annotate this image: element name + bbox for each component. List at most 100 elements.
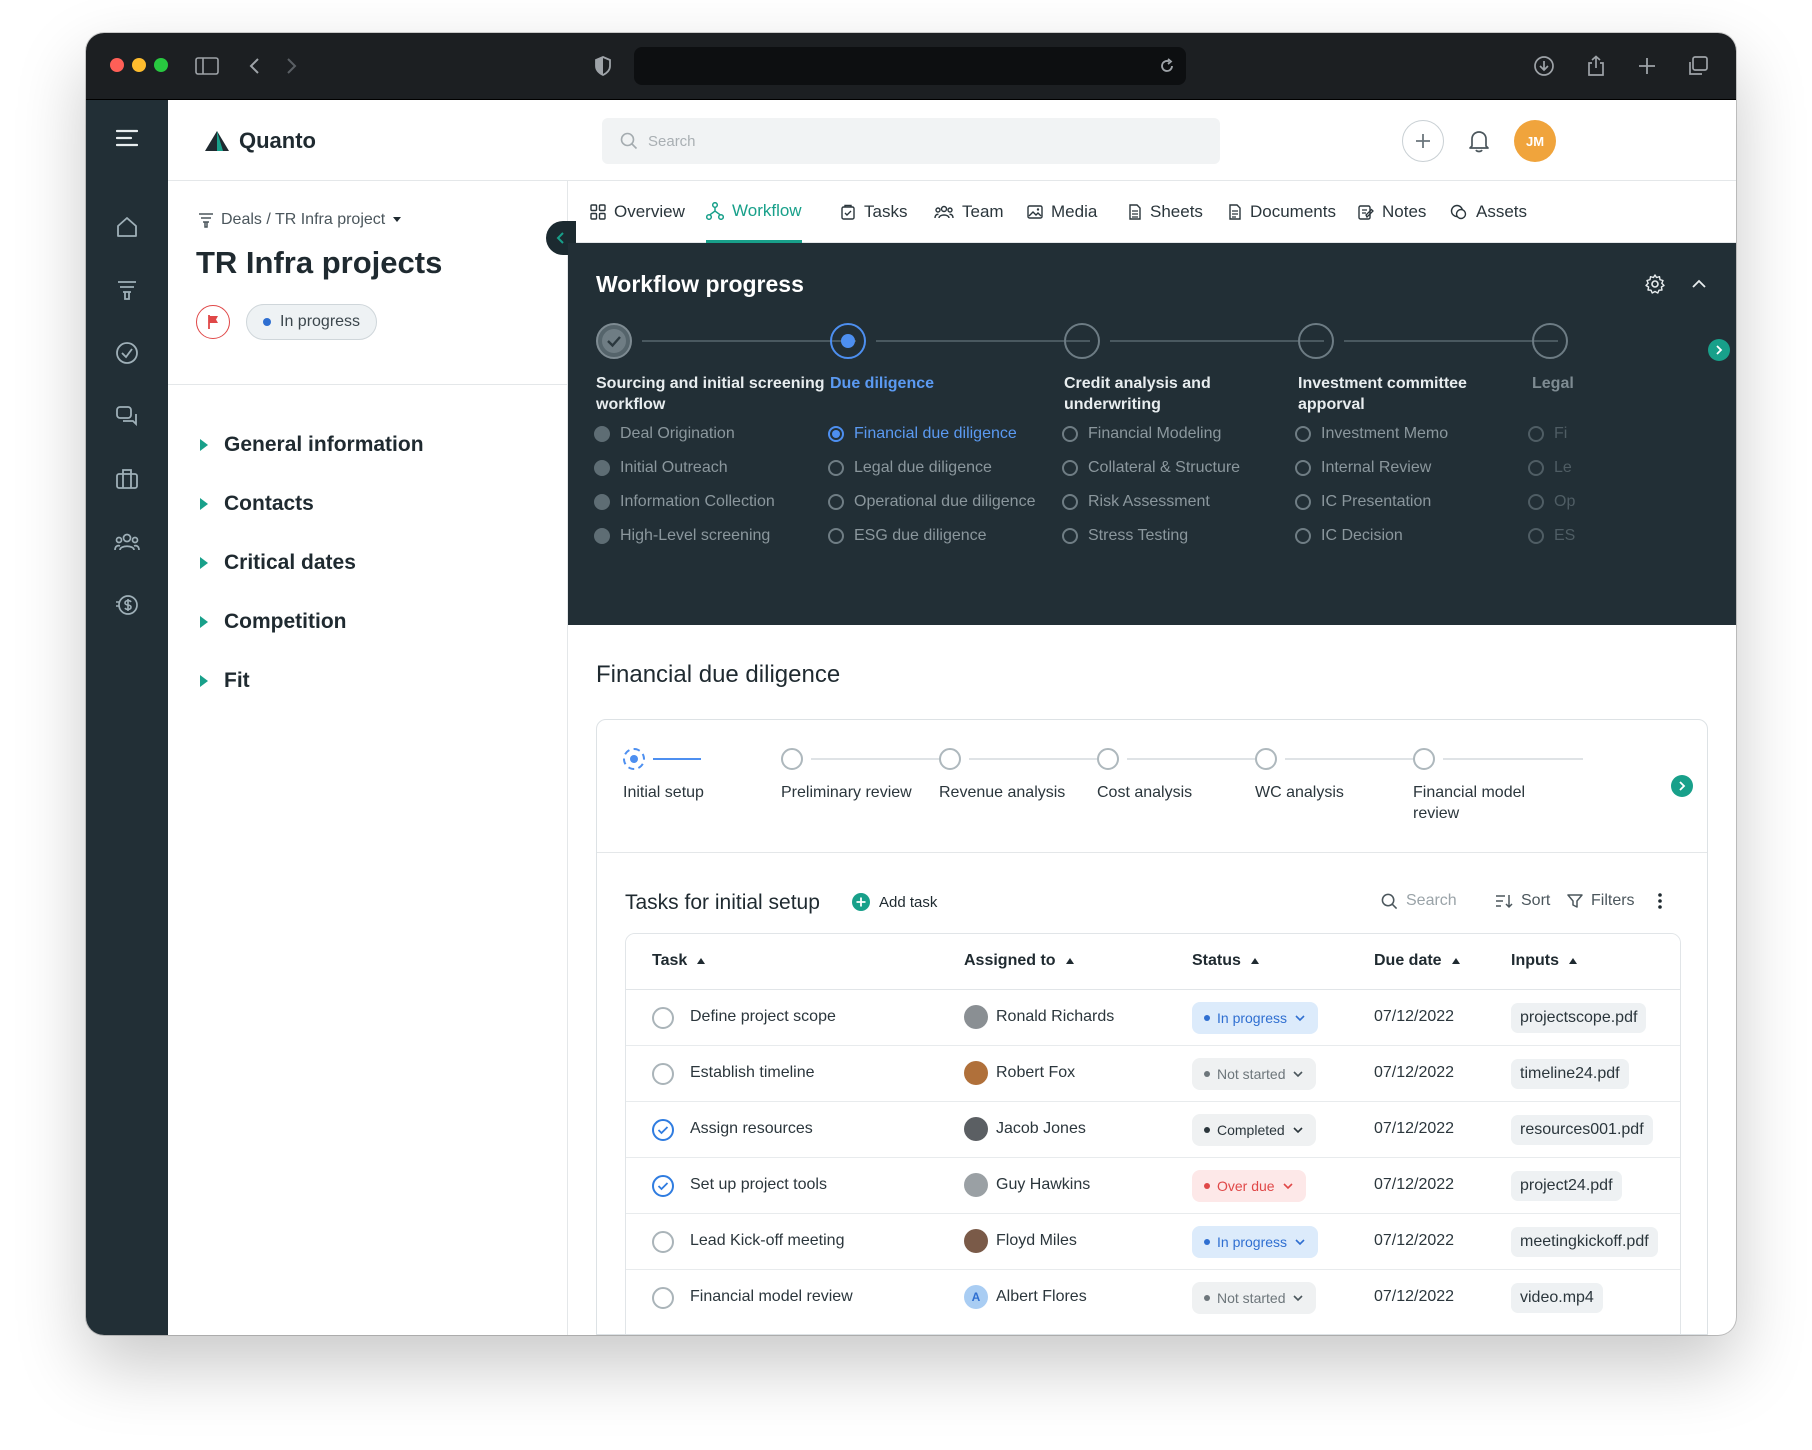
section-contacts[interactable]: Contacts xyxy=(200,492,314,516)
new-tab-icon[interactable] xyxy=(1634,53,1660,79)
input-file-chip[interactable]: project24.pdf xyxy=(1511,1171,1622,1201)
stage-item[interactable]: IC Presentation xyxy=(1295,493,1431,511)
table-row[interactable]: Define project scope Ronald Richards In … xyxy=(626,990,1680,1046)
tab-team[interactable]: Team xyxy=(934,181,1004,243)
stage-item[interactable]: Information Collection xyxy=(594,493,775,511)
task-checkbox[interactable] xyxy=(652,1287,674,1309)
table-row[interactable]: Financial model review A Albert Flores No… xyxy=(626,1270,1680,1326)
user-avatar[interactable]: JM xyxy=(1514,120,1556,162)
collapse-workflow-button[interactable] xyxy=(1690,275,1710,295)
minimize-window-button[interactable] xyxy=(132,58,146,72)
section-fit[interactable]: Fit xyxy=(200,669,250,693)
stage-item[interactable]: Internal Review xyxy=(1295,459,1431,477)
assignee[interactable]: Floyd Miles xyxy=(964,1229,1077,1253)
stage-item[interactable]: ESG due diligence xyxy=(828,527,987,545)
stage-item[interactable]: Stress Testing xyxy=(1062,527,1188,545)
stage-item[interactable]: Legal due diligence xyxy=(828,459,992,477)
dollar-coin-icon[interactable] xyxy=(113,591,141,619)
filters-button[interactable]: Filters xyxy=(1567,892,1635,910)
assignee[interactable]: Ronald Richards xyxy=(964,1005,1114,1029)
search-input[interactable] xyxy=(648,132,1148,150)
stage-item[interactable]: Op xyxy=(1528,493,1575,511)
shield-icon[interactable] xyxy=(590,53,616,79)
status-dropdown[interactable]: In progress xyxy=(1192,1226,1319,1258)
check-circle-icon[interactable] xyxy=(113,339,141,367)
assignee[interactable]: Jacob Jones xyxy=(964,1117,1086,1141)
stage-item[interactable]: Deal Origination xyxy=(594,425,735,443)
global-search[interactable] xyxy=(602,118,1220,164)
status-dropdown[interactable]: In progress xyxy=(1192,1002,1319,1034)
more-options-button[interactable] xyxy=(1657,892,1663,910)
table-row[interactable]: Assign resources Jacob Jones Completed 0… xyxy=(626,1102,1680,1158)
table-row[interactable]: Set up project tools Guy Hawkins Over du… xyxy=(626,1158,1680,1214)
input-file-chip[interactable]: projectscope.pdf xyxy=(1511,1003,1647,1033)
task-checkbox[interactable] xyxy=(652,1063,674,1085)
scroll-right-button[interactable] xyxy=(1708,339,1730,361)
column-due-date[interactable]: Due date xyxy=(1374,952,1460,970)
section-general-information[interactable]: General information xyxy=(200,433,424,457)
share-icon[interactable] xyxy=(1583,53,1609,79)
reload-icon[interactable] xyxy=(1154,53,1180,79)
notifications-button[interactable] xyxy=(1458,120,1500,162)
section-critical-dates[interactable]: Critical dates xyxy=(200,551,356,575)
assignee[interactable]: A Albert Flores xyxy=(964,1285,1087,1309)
status-dropdown[interactable]: Not started xyxy=(1192,1282,1317,1314)
stage-item[interactable]: Initial Outreach xyxy=(594,459,728,477)
tab-workflow[interactable]: Workflow xyxy=(706,181,802,243)
stage-item[interactable]: Investment Memo xyxy=(1295,425,1448,443)
briefcase-icon[interactable] xyxy=(113,465,141,493)
address-bar[interactable] xyxy=(634,47,1186,85)
tasks-search-button[interactable]: Search xyxy=(1381,892,1457,910)
sort-button[interactable]: Sort xyxy=(1495,892,1550,910)
tab-notes[interactable]: Notes xyxy=(1358,181,1426,243)
tab-overview-icon[interactable] xyxy=(1685,53,1711,79)
column-status[interactable]: Status xyxy=(1192,952,1259,970)
stage-item[interactable]: Fi xyxy=(1528,425,1567,443)
task-checkbox[interactable] xyxy=(652,1007,674,1029)
funnel-icon[interactable] xyxy=(113,276,141,304)
download-icon[interactable] xyxy=(1531,53,1557,79)
menu-icon[interactable] xyxy=(113,124,141,152)
close-window-button[interactable] xyxy=(110,58,124,72)
add-task-button[interactable]: Add task xyxy=(851,892,937,912)
tab-sheets[interactable]: Sheets xyxy=(1128,181,1203,243)
forward-icon[interactable] xyxy=(278,53,304,79)
stage-item-selected[interactable]: Financial due diligence xyxy=(828,425,1017,443)
task-checkbox-checked[interactable] xyxy=(652,1119,674,1141)
column-assigned-to[interactable]: Assigned to xyxy=(964,952,1074,970)
tab-tasks[interactable]: Tasks xyxy=(840,181,907,243)
input-file-chip[interactable]: meetingkickoff.pdf xyxy=(1511,1227,1658,1257)
app-logo[interactable]: Quanto xyxy=(204,128,316,154)
add-button[interactable] xyxy=(1402,120,1444,162)
status-dropdown[interactable]: Completed xyxy=(1192,1114,1316,1146)
steps-scroll-right-button[interactable] xyxy=(1671,775,1693,797)
people-icon[interactable] xyxy=(113,528,141,556)
input-file-chip[interactable]: resources001.pdf xyxy=(1511,1115,1653,1145)
stage-item[interactable]: Operational due diligence xyxy=(828,493,1035,511)
assignee[interactable]: Robert Fox xyxy=(964,1061,1075,1085)
stage-item[interactable]: High-Level screening xyxy=(594,527,770,545)
sidebar-toggle-icon[interactable] xyxy=(194,53,220,79)
tab-overview[interactable]: Overview xyxy=(590,181,685,243)
zoom-window-button[interactable] xyxy=(154,58,168,72)
section-competition[interactable]: Competition xyxy=(200,610,346,634)
status-badge[interactable]: In progress xyxy=(246,304,378,340)
stage-item[interactable]: Le xyxy=(1528,459,1572,477)
column-task[interactable]: Task xyxy=(652,952,706,970)
chat-icon[interactable] xyxy=(113,402,141,430)
home-icon[interactable] xyxy=(113,213,141,241)
tab-assets[interactable]: Assets xyxy=(1450,181,1527,243)
input-file-chip[interactable]: timeline24.pdf xyxy=(1511,1059,1629,1089)
table-row[interactable]: Establish timeline Robert Fox Not starte… xyxy=(626,1046,1680,1102)
task-checkbox-checked[interactable] xyxy=(652,1175,674,1197)
breadcrumb[interactable]: Deals / TR Infra project xyxy=(198,211,402,229)
stage-item[interactable]: Risk Assessment xyxy=(1062,493,1210,511)
task-checkbox[interactable] xyxy=(652,1231,674,1253)
stage-item[interactable]: IC Decision xyxy=(1295,527,1403,545)
column-inputs[interactable]: Inputs xyxy=(1511,952,1577,970)
status-dropdown[interactable]: Not started xyxy=(1192,1058,1317,1090)
assignee[interactable]: Guy Hawkins xyxy=(964,1173,1090,1197)
table-row[interactable]: Lead Kick-off meeting Floyd Miles In pro… xyxy=(626,1214,1680,1270)
tab-documents[interactable]: Documents xyxy=(1228,181,1336,243)
stage-item[interactable]: ES xyxy=(1528,527,1575,545)
